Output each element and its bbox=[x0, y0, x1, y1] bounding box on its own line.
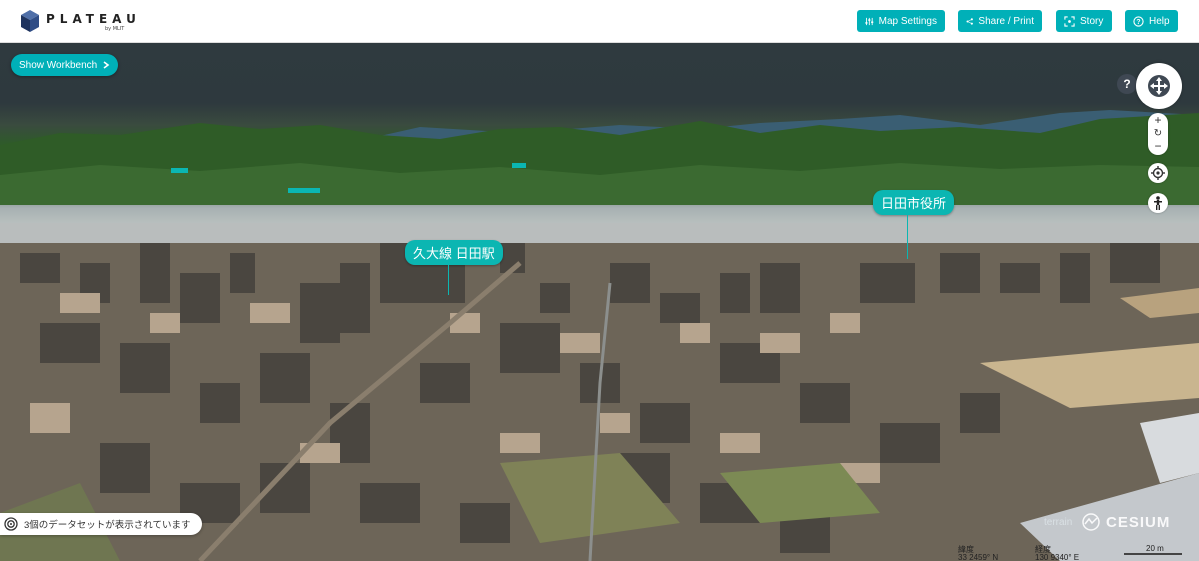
compass-core[interactable] bbox=[1148, 75, 1170, 97]
coordinates-bar: 緯度 33 2459° N 経度 130 9340° E 20 m bbox=[950, 541, 1199, 561]
plateau-logo[interactable]: PLATEAU by MLIT bbox=[20, 9, 136, 33]
story-button[interactable]: Story bbox=[1056, 10, 1112, 32]
sliders-icon bbox=[865, 17, 874, 25]
share-print-button[interactable]: Share / Print bbox=[958, 10, 1042, 32]
pedestrian-mode-button[interactable] bbox=[1148, 193, 1168, 213]
logo-subtext: by MLIT bbox=[105, 26, 125, 32]
story-label: Story bbox=[1080, 15, 1104, 27]
my-location-button[interactable] bbox=[1148, 163, 1168, 183]
cesium-logo[interactable]: CESIUM bbox=[1082, 513, 1170, 531]
map-tag[interactable] bbox=[512, 163, 526, 168]
terrain-attribution: terrain bbox=[1044, 517, 1073, 528]
station-pin-line bbox=[448, 265, 449, 295]
city-hall-pin-line bbox=[907, 214, 908, 259]
show-workbench-label: Show Workbench bbox=[19, 59, 98, 71]
help-label: Help bbox=[1149, 15, 1170, 27]
station-label[interactable]: 久大線 日田駅 bbox=[405, 240, 503, 265]
city-buildings bbox=[0, 223, 1199, 561]
chevron-right-icon bbox=[103, 61, 110, 69]
zoom-in-button[interactable]: + bbox=[1148, 114, 1168, 127]
plateau-cube-icon bbox=[21, 10, 39, 32]
story-icon bbox=[1064, 15, 1075, 27]
latitude-value: 33 2459° N bbox=[958, 553, 999, 561]
scale-label: 20 m bbox=[1146, 544, 1164, 553]
layers-signal-icon bbox=[4, 517, 18, 531]
svg-text:?: ? bbox=[1136, 19, 1140, 26]
share-print-label: Share / Print bbox=[978, 15, 1034, 27]
share-icon bbox=[966, 17, 973, 25]
move-arrows-icon bbox=[1150, 77, 1168, 95]
map-viewport[interactable]: Show Workbench 久大線 日田駅 日田市役所 ? + ↻ − 3個の… bbox=[0, 43, 1199, 561]
cesium-logo-icon bbox=[1082, 513, 1100, 531]
map-tag[interactable] bbox=[171, 168, 188, 173]
dataset-count-status[interactable]: 3個のデータセットが表示されています bbox=[0, 513, 202, 535]
person-icon bbox=[1154, 196, 1162, 210]
cesium-text: CESIUM bbox=[1106, 513, 1171, 531]
show-workbench-button[interactable]: Show Workbench bbox=[11, 54, 119, 76]
longitude-value: 130 9340° E bbox=[1035, 553, 1080, 561]
navigation-help-button[interactable]: ? bbox=[1117, 74, 1137, 94]
compass[interactable] bbox=[1136, 63, 1182, 109]
city-hall-label[interactable]: 日田市役所 bbox=[873, 190, 955, 215]
map-settings-button[interactable]: Map Settings bbox=[857, 10, 945, 32]
help-button[interactable]: ? Help bbox=[1125, 10, 1178, 32]
crosshair-icon bbox=[1151, 166, 1165, 180]
logo-text: PLATEAU bbox=[46, 12, 141, 26]
zoom-out-button[interactable]: − bbox=[1148, 140, 1168, 153]
mountain-range bbox=[0, 110, 1199, 205]
scale-bar bbox=[1124, 553, 1182, 555]
app-header: PLATEAU by MLIT Map Settings Share / Pri… bbox=[0, 0, 1199, 43]
help-circle-icon: ? bbox=[1133, 15, 1144, 27]
map-tag[interactable] bbox=[288, 188, 320, 193]
zoom-controls: + ↻ − bbox=[1148, 113, 1168, 155]
map-settings-label: Map Settings bbox=[878, 15, 937, 27]
dataset-count-text: 3個のデータセットが表示されています bbox=[24, 520, 191, 531]
